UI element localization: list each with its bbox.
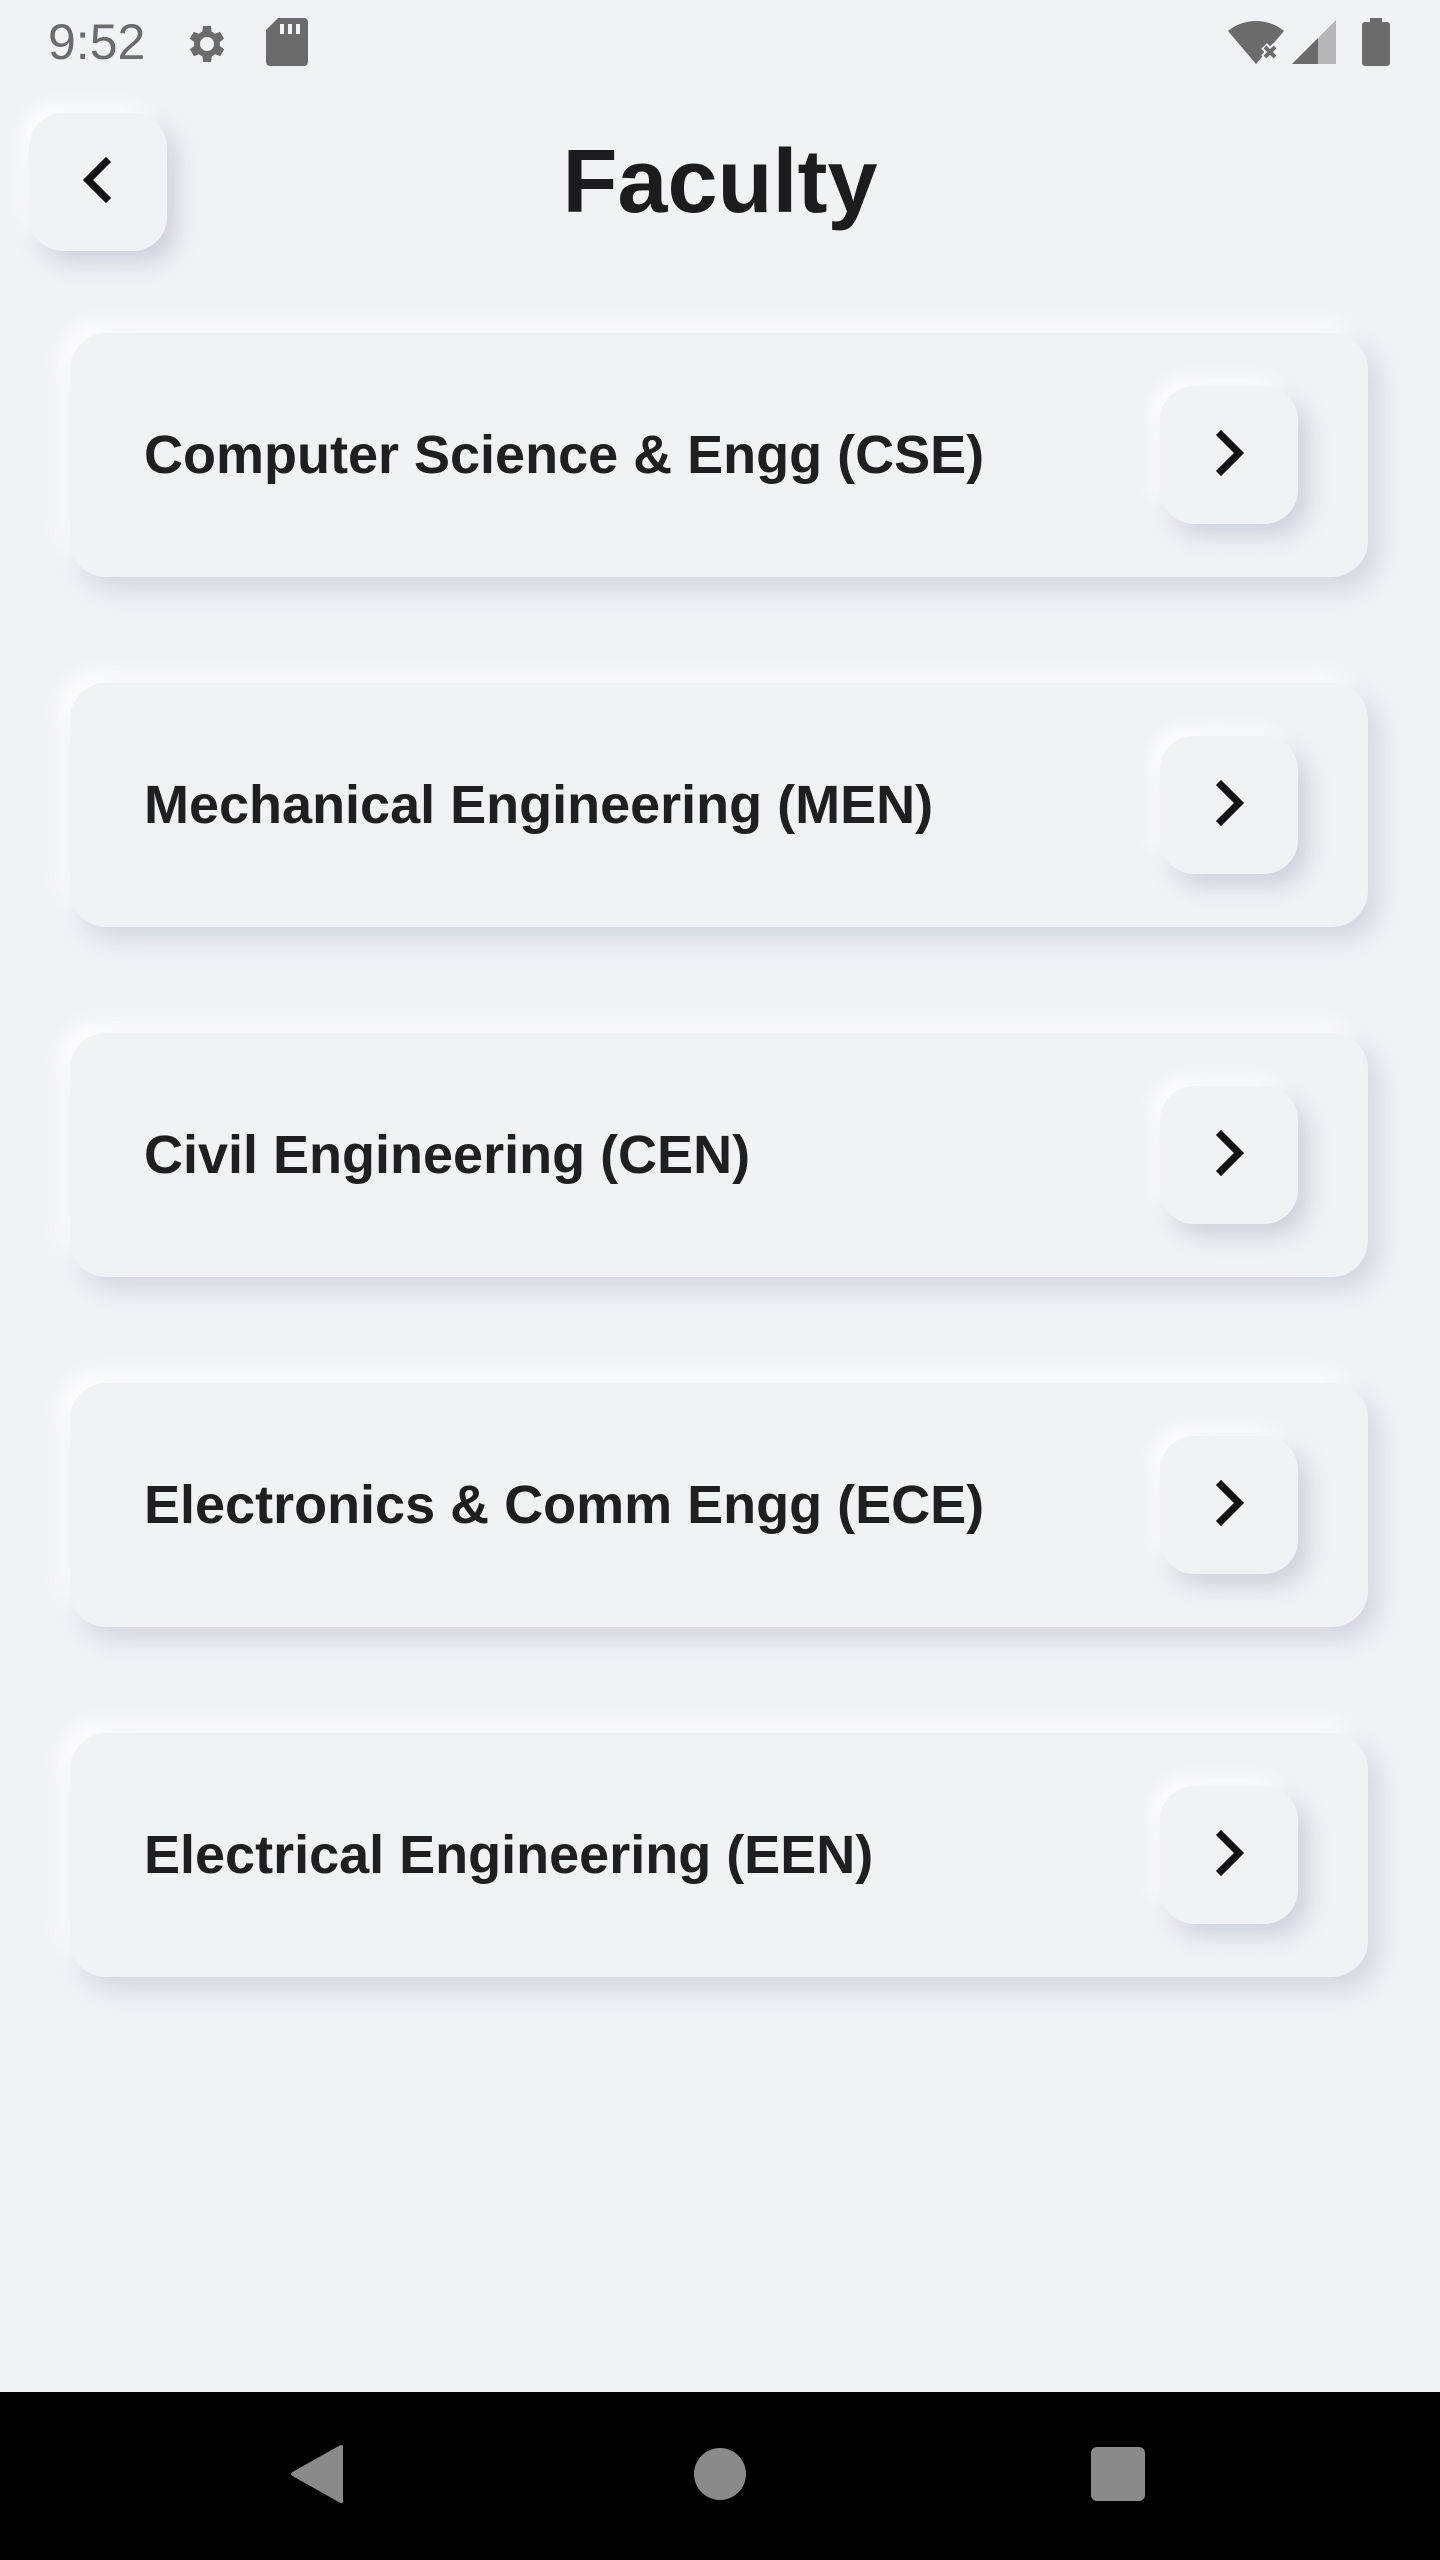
chevron-right-icon [1209, 779, 1249, 832]
department-label: Mechanical Engineering (MEN) [144, 775, 934, 835]
open-department-button[interactable] [1160, 1436, 1298, 1574]
back-triangle-icon [289, 2443, 345, 2510]
chevron-right-icon [1209, 429, 1249, 482]
department-label: Computer Science & Engg (CSE) [144, 425, 985, 485]
nav-home-button[interactable] [640, 2392, 800, 2560]
settings-gear-icon [183, 20, 231, 73]
status-time: 9:52 [48, 14, 146, 70]
open-department-button[interactable] [1160, 1786, 1298, 1924]
chevron-right-icon [1209, 1829, 1249, 1882]
recents-square-icon [1091, 2446, 1145, 2506]
nav-recents-button[interactable] [1038, 2392, 1198, 2560]
wifi-off-icon [1228, 20, 1284, 69]
battery-icon [1362, 18, 1390, 71]
open-department-button[interactable] [1160, 386, 1298, 524]
nav-back-button[interactable] [237, 2392, 397, 2560]
sd-card-icon [266, 18, 308, 71]
chevron-right-icon [1209, 1129, 1249, 1182]
department-card-een[interactable]: Electrical Engineering (EEN) [70, 1733, 1368, 1977]
department-card-cen[interactable]: Civil Engineering (CEN) [70, 1033, 1368, 1277]
department-label: Electrical Engineering (EEN) [144, 1825, 874, 1885]
page-title: Faculty [562, 132, 878, 232]
home-circle-icon [694, 2447, 746, 2505]
department-label: Electronics & Comm Engg (ECE) [144, 1475, 985, 1535]
cell-signal-icon [1292, 20, 1336, 69]
open-department-button[interactable] [1160, 736, 1298, 874]
department-card-ece[interactable]: Electronics & Comm Engg (ECE) [70, 1383, 1368, 1627]
system-nav-bar [0, 2392, 1440, 2560]
department-label: Civil Engineering (CEN) [144, 1125, 751, 1185]
open-department-button[interactable] [1160, 1086, 1298, 1224]
department-card-men[interactable]: Mechanical Engineering (MEN) [70, 683, 1368, 927]
department-card-cse[interactable]: Computer Science & Engg (CSE) [70, 333, 1368, 577]
chevron-right-icon [1209, 1479, 1249, 1532]
status-bar: 9:52 [0, 0, 1440, 84]
